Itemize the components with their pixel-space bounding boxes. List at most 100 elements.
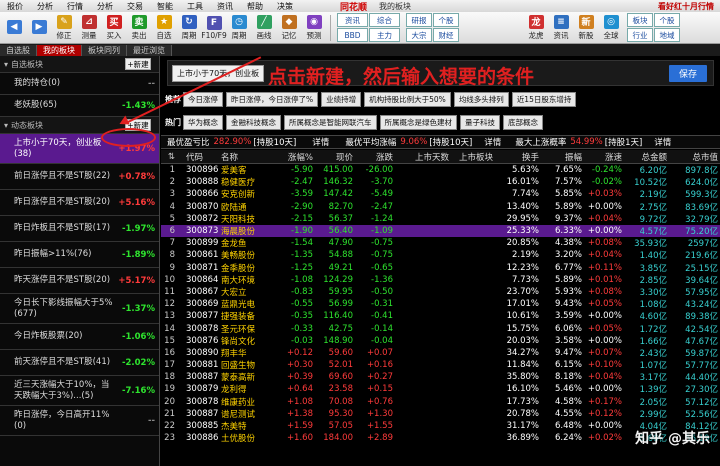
table-row[interactable]: 2 300888 稳健医疗 -2.47 146.32 -3.70 16.01% 7.57% -0… [161, 176, 720, 188]
toolbar-button[interactable]: 买买入 [102, 13, 126, 43]
column-header[interactable]: 总市值 [669, 151, 720, 163]
toolbar-button[interactable]: ↻ 周期 [177, 13, 201, 43]
current-condition-button[interactable]: 上市小于70天，创业板 [172, 65, 265, 82]
menu-item[interactable]: 决策 [270, 1, 300, 12]
toolbar-button[interactable]: ◆ 记忆 [277, 13, 301, 43]
sort-icon[interactable]: ⇅ [161, 152, 177, 162]
toolbar-tab[interactable]: 大宗 [406, 28, 432, 42]
table-row[interactable]: 7 300899 金龙鱼 -1.54 47.90 -0.75 20.85% 4.38% +0.0… [161, 237, 720, 249]
toolbar-button[interactable]: ✎ 修正 [52, 13, 76, 43]
sidebar-item[interactable]: 昨日振幅>11%(76) -1.89% [0, 242, 159, 268]
sidebar-item[interactable]: 今日炸板股票(20) -1.06% [0, 324, 159, 350]
recommend-chip[interactable]: 均线多头排列 [453, 91, 509, 107]
menu-item[interactable]: 行情 [60, 1, 90, 12]
sidebar-item[interactable]: 前日涨停且不是ST股(22) +0.78% [0, 164, 159, 190]
sidebar-item[interactable]: 今日长下影线振幅大于5% (677) -1.37% [0, 294, 159, 324]
section-toggle-icon[interactable]: ▾ [4, 60, 8, 69]
table-row[interactable]: 9 300871 金季股份 -1.25 49.21 -0.65 12.23% 6.77% +0.… [161, 262, 720, 274]
detail-link-1[interactable]: 详情 [312, 136, 329, 148]
tab-0[interactable]: 自选股 [0, 45, 37, 56]
toolbar-tab[interactable]: 行业 [627, 28, 653, 42]
new-custom-board-button[interactable]: +新建 [125, 58, 151, 70]
save-button[interactable]: 保存 [669, 65, 707, 82]
recommend-chip[interactable]: 近15日股东增持 [511, 91, 577, 107]
menu-item[interactable]: 资讯 [210, 1, 240, 12]
column-header[interactable]: 名称 [221, 151, 273, 163]
menu-item[interactable]: 帮助 [240, 1, 270, 12]
menu-item[interactable]: 工具 [180, 1, 210, 12]
column-header[interactable]: 总金额 [624, 151, 669, 163]
column-header[interactable]: 涨速 [584, 151, 624, 163]
sidebar-item[interactable]: 我的持仓(0) -- [0, 73, 159, 95]
table-row[interactable]: 13 300877 捷强装备 -0.35 116.40 -0.41 10.61% 3.59% +… [161, 310, 720, 322]
recommend-chip[interactable]: 今日涨停 [183, 91, 223, 107]
column-header[interactable]: 上市板块 [451, 151, 495, 163]
toolbar-button[interactable]: ◉ 预测 [302, 13, 326, 43]
tab-2[interactable]: 板块同列 [82, 45, 127, 56]
toolbar-tab[interactable]: 个股 [433, 13, 459, 27]
menu-item[interactable]: 交易 [120, 1, 150, 12]
toolbar-tab[interactable]: 主力 [369, 28, 400, 42]
table-row[interactable]: 17 300881 回盛生物 +0.30 52.01 +0.16 11.84% 6.15% +0… [161, 359, 720, 371]
table-row[interactable]: 21 300887 谱尼测试 +1.38 95.30 +1.30 20.78% 4.55% +0… [161, 408, 720, 420]
sidebar-item[interactable]: 昨天涨停且不是ST股(20) +5.17% [0, 268, 159, 294]
toolbar-tab[interactable]: BBD [337, 28, 368, 42]
toolbar-button[interactable]: ◎ 全球 [599, 13, 623, 43]
toolbar-tab[interactable]: 研报 [406, 13, 432, 27]
toolbar-button[interactable]: ≡ 资讯 [549, 13, 573, 43]
sidebar-item[interactable]: 前天涨停且不是ST股(41) -2.02% [0, 350, 159, 376]
recommend-chip[interactable]: 机构持股比例大于50% [364, 91, 451, 107]
column-header[interactable]: 上市天数 [395, 151, 451, 163]
table-row[interactable]: 19 300879 龙利得 +0.64 23.58 +0.15 16.10% 5.46% +0.… [161, 383, 720, 395]
toolbar-button[interactable]: ★ 自选 [152, 13, 176, 43]
menu-item[interactable]: 智能 [150, 1, 180, 12]
toolbar-tab[interactable]: 地域 [654, 28, 680, 42]
section-toggle-icon[interactable]: ▾ [4, 121, 8, 130]
toolbar-tab[interactable]: 资讯 [337, 13, 368, 27]
toolbar-button[interactable]: 龙龙虎 [524, 13, 548, 43]
table-row[interactable]: 14 300878 圣元环保 -0.33 42.75 -0.14 15.75% 6.06% +0… [161, 322, 720, 335]
toolbar-button[interactable]: ◀ [2, 13, 26, 43]
sidebar-item[interactable]: 近三天涨幅大于10%，当 天跌幅大于3%)...(5) -7.16% [0, 376, 159, 406]
table-row[interactable]: 4 300870 欧陆通 -2.90 82.70 -2.47 13.40% 5.89% +0.0… [161, 201, 720, 213]
recommend-chip[interactable]: 昨日涨停，今日涨停了% [226, 91, 319, 107]
column-header[interactable]: 涨跌 [355, 151, 395, 163]
menu-item[interactable]: 分析 [90, 1, 120, 12]
column-header[interactable]: 现价 [315, 151, 355, 163]
toolbar-tab[interactable]: 板块 [627, 13, 653, 27]
column-header[interactable]: 换手 [495, 151, 541, 163]
toolbar-button[interactable]: ⊿ 测量 [77, 13, 101, 43]
sidebar-item[interactable]: 昨日涨停，今日高开11% (0) -- [0, 406, 159, 436]
tab-1[interactable]: 我的板块 [37, 45, 82, 56]
table-row[interactable]: 1 300896 爱美客 -5.90 415.00 -26.00 5.63% 7.65% -0.… [161, 164, 720, 176]
toolbar-tab[interactable]: 财经 [433, 28, 459, 42]
table-row[interactable]: 8 300861 美畅股份 -1.35 54.88 -0.75 2.19% 3.20% +0.0… [161, 249, 720, 261]
recommend-chip[interactable]: 业绩持增 [321, 91, 362, 107]
menu-item[interactable]: 报价 [0, 1, 30, 12]
table-row[interactable]: 10 300864 南大环境 -1.08 124.29 -1.36 7.73% 5.89% +0… [161, 274, 720, 286]
column-header[interactable]: 涨幅% [273, 151, 315, 163]
toolbar-button[interactable]: 新新股 [574, 13, 598, 43]
hot-chip[interactable]: 所属概念是绿色建材 [379, 114, 457, 130]
hot-chip[interactable]: 华为概念 [183, 114, 223, 130]
toolbar-button[interactable]: ▶ [27, 13, 51, 43]
tab-3[interactable]: 最近浏览 [127, 45, 172, 56]
toolbar-button[interactable]: ◷ 周期 [227, 13, 251, 43]
column-header[interactable]: 振幅 [541, 151, 584, 163]
table-row[interactable]: 12 300869 蓝鼎光电 -0.55 56.99 -0.31 17.01% 9.43% +0… [161, 298, 720, 310]
toolbar-tab[interactable]: 综合 [369, 13, 400, 27]
hot-chip[interactable]: 所属概念是智能网联汽车 [284, 114, 377, 130]
hot-chip[interactable]: 金融科技概念 [226, 114, 281, 130]
table-row[interactable]: 5 300872 天阳科技 -2.15 56.37 -1.24 29.95% 9.37% +0.… [161, 213, 720, 225]
sidebar-item[interactable]: 老妖股(65) -1.43% [0, 95, 159, 117]
table-row[interactable]: 16 300890 翔丰华 +0.12 59.60 +0.07 34.27% 9.47% +0.… [161, 347, 720, 359]
table-row[interactable]: 3 300866 安克创新 -3.59 147.42 -5.49 7.74% 5.85% +0.… [161, 188, 720, 200]
table-row[interactable]: 18 300887 蒙泰高新 +0.39 69.60 +0.27 35.80% 8.18% +0… [161, 371, 720, 383]
toolbar-button[interactable]: F F10/F9 [201, 13, 227, 43]
table-row[interactable]: 15 300876 锋尚文化 -0.03 148.90 -0.04 20.03% 3.58% +… [161, 335, 720, 347]
toolbar-tab[interactable]: 个股 [654, 13, 680, 27]
toolbar-button[interactable]: 卖卖出 [127, 13, 151, 43]
detail-link-3[interactable]: 详情 [654, 136, 671, 148]
table-row[interactable]: 11 300867 大宏立 -0.83 59.95 -0.50 23.70% 5.93% +0.… [161, 286, 720, 298]
sidebar-item[interactable]: 昨日涨停且不是ST股(20) +5.16% [0, 190, 159, 216]
